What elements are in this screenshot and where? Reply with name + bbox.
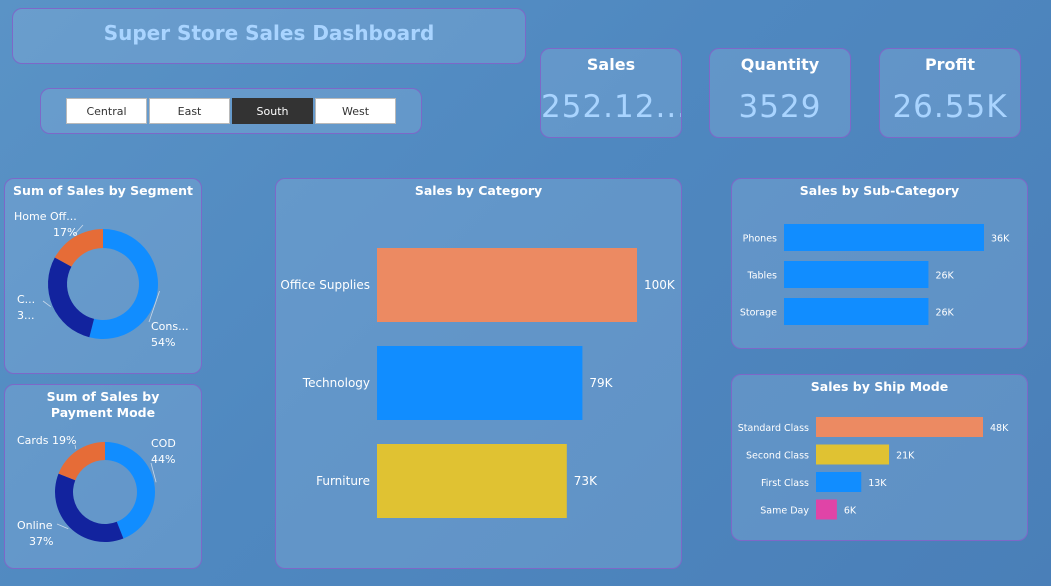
category-value-label-0: 100K bbox=[644, 278, 676, 292]
kpi-sales-card: Sales 252.12... bbox=[540, 48, 682, 138]
shipmode-bar-3[interactable] bbox=[816, 499, 837, 520]
shipmode-category-label-1: Second Class bbox=[746, 451, 809, 462]
category-bar-2[interactable] bbox=[377, 444, 567, 518]
payment-percent-0: 44% bbox=[151, 453, 175, 466]
payment-leader-1 bbox=[56, 523, 69, 530]
segment-percent-2: 17% bbox=[53, 226, 77, 239]
segment-percent-1: 3... bbox=[17, 309, 35, 322]
subcategory-bar-0[interactable] bbox=[784, 224, 984, 251]
shipmode-bar-chart[interactable]: Standard Class 48K Second Class 21K First Cl… bbox=[732, 375, 1029, 542]
slicer-option-central[interactable]: Central bbox=[66, 98, 147, 124]
payment-chart-card: Sum of Sales by Payment Mode COD 44% Onlin… bbox=[4, 384, 202, 569]
subcategory-category-label-2: Storage bbox=[740, 308, 777, 319]
payment-label-1: Online bbox=[17, 519, 53, 532]
shipmode-value-label-1: 21K bbox=[896, 451, 915, 462]
segment-leader-1 bbox=[42, 300, 51, 307]
payment-donut-chart[interactable]: COD 44% Online 37% Cards 19% bbox=[5, 385, 203, 570]
category-category-label-2: Furniture bbox=[316, 474, 370, 488]
shipmode-value-label-0: 48K bbox=[990, 423, 1009, 434]
kpi-quantity-label: Quantity bbox=[740, 55, 820, 74]
slicer-option-south[interactable]: South bbox=[232, 98, 313, 124]
category-value-label-2: 73K bbox=[574, 474, 598, 488]
payment-slice-1[interactable] bbox=[55, 473, 124, 542]
kpi-sales-value: 252.12... bbox=[541, 89, 681, 125]
category-bar-chart[interactable]: Office Supplies 100K Technology 79K Furnitur… bbox=[276, 179, 683, 570]
payment-percent-1: 37% bbox=[29, 535, 53, 548]
segment-slice-1[interactable] bbox=[47, 257, 95, 338]
subcategory-value-label-0: 36K bbox=[991, 234, 1010, 245]
slicer-option-east[interactable]: East bbox=[149, 98, 230, 124]
segment-donut-chart[interactable]: Cons... 54% C... 3... Home Off... 17% bbox=[5, 179, 203, 375]
segment-label-0: Cons... bbox=[151, 320, 189, 333]
shipmode-chart-card: Sales by Ship Mode Standard Class 48K Seco… bbox=[731, 374, 1028, 541]
shipmode-category-label-0: Standard Class bbox=[738, 423, 809, 434]
slicer-option-west[interactable]: West bbox=[315, 98, 396, 124]
region-slicer: Central East South West bbox=[40, 88, 422, 134]
category-chart-card: Sales by Category Office Supplies 100K Tec… bbox=[275, 178, 682, 569]
shipmode-value-label-3: 6K bbox=[844, 506, 857, 517]
category-bar-1[interactable] bbox=[377, 346, 583, 420]
kpi-quantity-card: Quantity 3529 bbox=[709, 48, 851, 138]
subcategory-value-label-2: 26K bbox=[935, 308, 954, 319]
subcategory-chart-card: Sales by Sub-Category Phones 36K Tables 26K… bbox=[731, 178, 1028, 349]
category-value-label-1: 79K bbox=[589, 376, 613, 390]
kpi-profit-value: 26.55K bbox=[892, 89, 1008, 125]
payment-label-2: Cards 19% bbox=[17, 434, 76, 447]
subcategory-category-label-0: Phones bbox=[743, 234, 777, 245]
segment-label-2: Home Off... bbox=[14, 210, 77, 223]
shipmode-category-label-2: First Class bbox=[761, 478, 809, 489]
category-category-label-1: Technology bbox=[302, 376, 370, 390]
kpi-sales-label: Sales bbox=[586, 55, 636, 74]
shipmode-category-label-3: Same Day bbox=[760, 506, 809, 517]
category-bar-0[interactable] bbox=[377, 248, 637, 322]
kpi-profit-card: Profit 26.55K bbox=[879, 48, 1021, 138]
segment-chart-card: Sum of Sales by Segment Cons... 54% C... 3.… bbox=[4, 178, 202, 374]
segment-percent-0: 54% bbox=[151, 336, 175, 349]
category-category-label-0: Office Supplies bbox=[280, 278, 370, 292]
kpi-quantity-value: 3529 bbox=[738, 89, 822, 125]
subcategory-bar-2[interactable] bbox=[784, 298, 929, 325]
payment-label-0: COD bbox=[151, 437, 176, 450]
segment-label-1: C... bbox=[17, 293, 35, 306]
shipmode-bar-0[interactable] bbox=[816, 417, 983, 437]
subcategory-category-label-1: Tables bbox=[746, 271, 777, 282]
shipmode-value-label-2: 13K bbox=[868, 478, 887, 489]
shipmode-bar-2[interactable] bbox=[816, 472, 862, 492]
payment-slice-2[interactable] bbox=[58, 442, 105, 481]
subcategory-bar-chart[interactable]: Phones 36K Tables 26K Storage 26K bbox=[732, 179, 1029, 350]
kpi-profit-label: Profit bbox=[924, 55, 976, 74]
dashboard-title: Super Store Sales Dashboard bbox=[103, 21, 435, 45]
dashboard-title-card: Super Store Sales Dashboard bbox=[12, 8, 526, 64]
shipmode-bar-1[interactable] bbox=[816, 444, 890, 465]
subcategory-bar-1[interactable] bbox=[784, 261, 929, 288]
subcategory-value-label-1: 26K bbox=[935, 271, 954, 282]
